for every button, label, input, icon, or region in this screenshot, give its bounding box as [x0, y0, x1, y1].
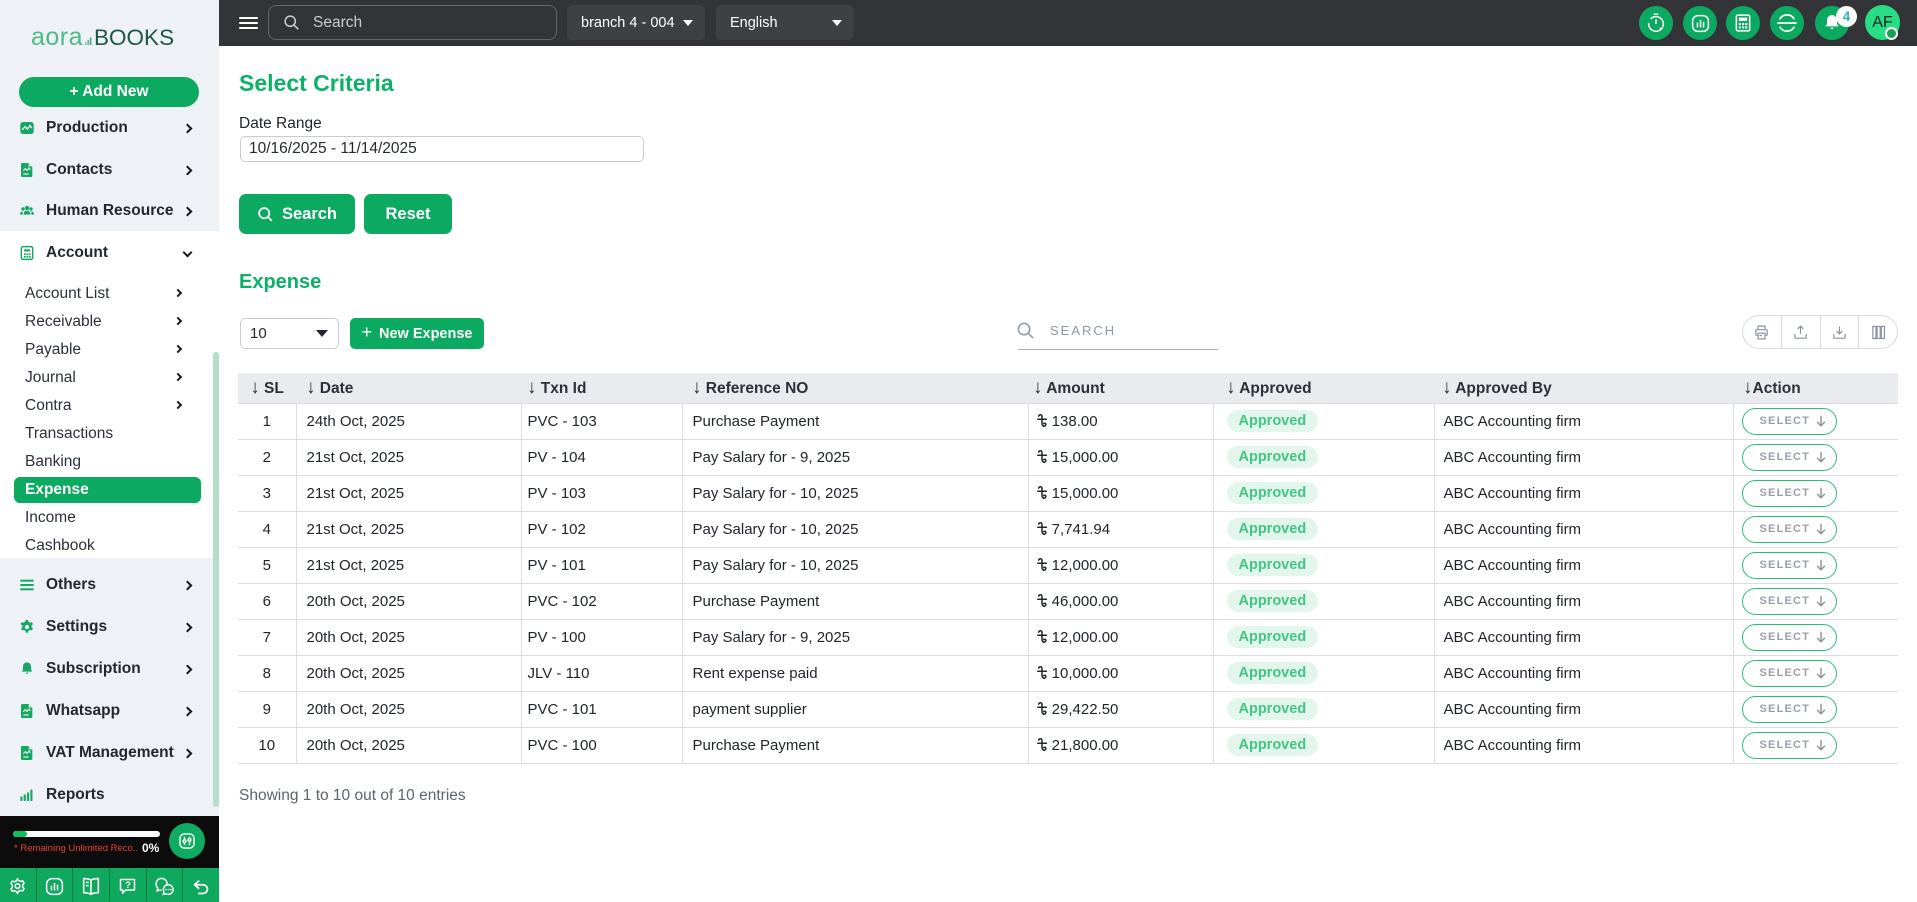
svg-text:?: ?	[126, 880, 132, 890]
